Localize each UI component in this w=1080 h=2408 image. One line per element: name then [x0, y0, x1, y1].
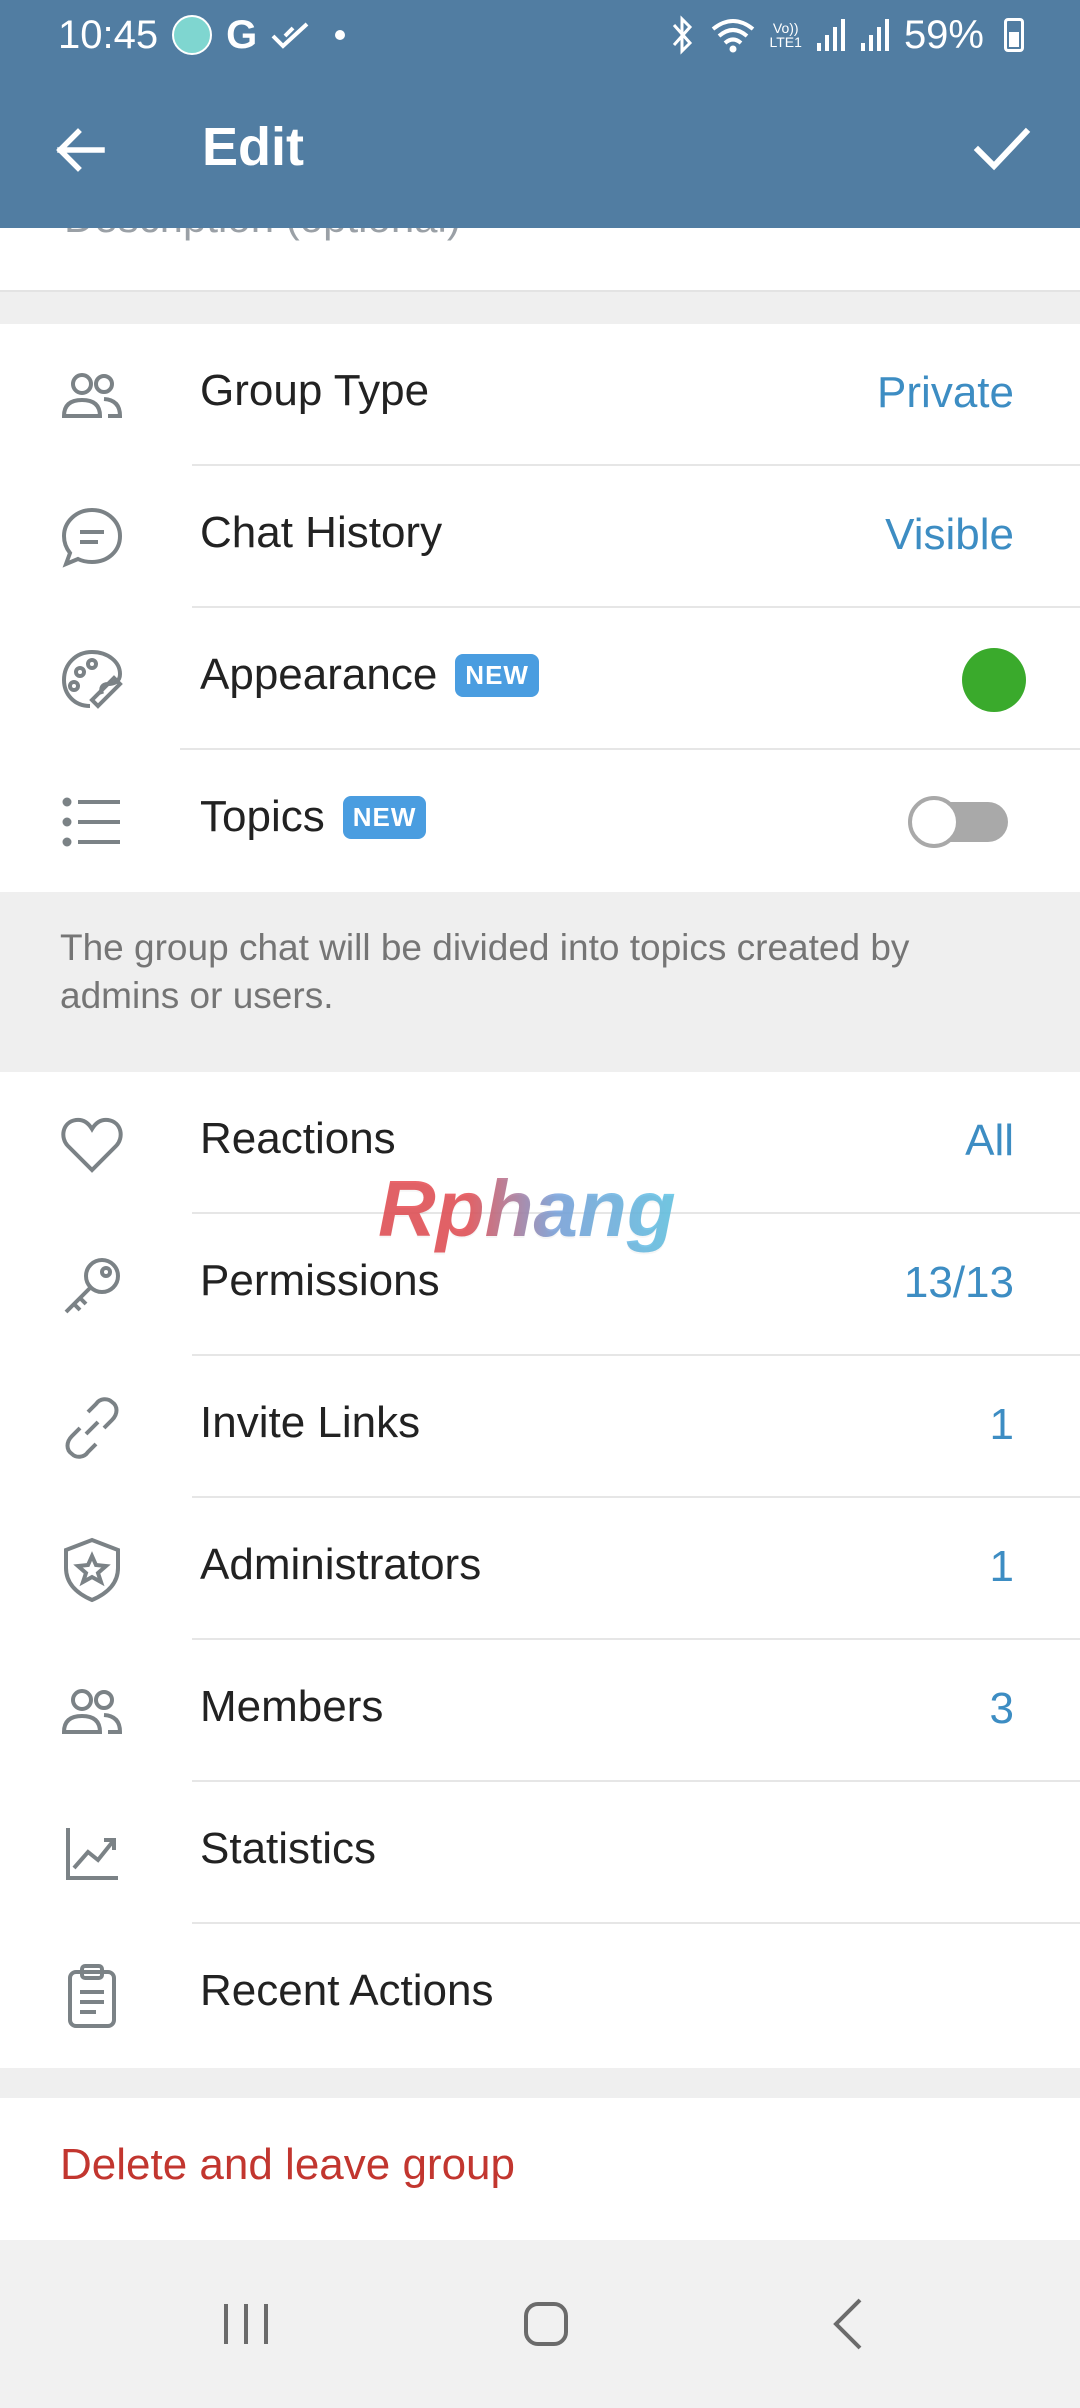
signal-2-icon	[860, 17, 890, 53]
save-button[interactable]	[966, 114, 1036, 184]
shield-star-icon	[58, 1536, 126, 1604]
group-icon	[58, 362, 126, 430]
telegram-check-icon	[271, 20, 311, 50]
row-recent-actions[interactable]: Recent Actions	[0, 1924, 1080, 2066]
row-label: Reactions	[200, 1114, 396, 1164]
administrators-value: 1	[989, 1542, 1014, 1591]
battery-icon	[1004, 18, 1024, 52]
status-left: 10:45 G	[58, 12, 346, 58]
key-icon	[58, 1252, 126, 1320]
row-label: Group Type	[200, 366, 429, 416]
row-label: Permissions	[200, 1256, 440, 1306]
list-icon	[58, 788, 126, 856]
invite-links-label: Invite Links	[200, 1398, 421, 1447]
row-label: Recent Actions	[200, 1966, 494, 2016]
chat-history-label: Chat History	[200, 508, 443, 557]
home-button[interactable]	[506, 2284, 586, 2364]
clipboard-icon	[58, 1962, 126, 2030]
permissions-label: Permissions	[200, 1256, 440, 1305]
arrow-left-icon	[56, 128, 105, 172]
status-right: Vo)) LTE1 59%	[668, 12, 1024, 58]
new-badge: NEW	[342, 795, 427, 839]
row-label: Invite Links	[200, 1398, 420, 1448]
topics-label: Topics	[200, 792, 325, 841]
battery-percent: 59%	[903, 12, 984, 57]
back-nav-button[interactable]	[808, 2284, 888, 2364]
bluetooth-icon	[668, 15, 696, 55]
appearance-label: Appearance	[200, 650, 438, 699]
back-button[interactable]	[50, 120, 110, 180]
row-label: Members	[200, 1682, 383, 1732]
row-administrators[interactable]: Administrators 1	[0, 1498, 1080, 1640]
stats-icon	[58, 1820, 126, 1888]
row-label: Topics NEW	[200, 792, 427, 842]
new-badge: NEW	[455, 653, 539, 697]
check-icon	[973, 127, 1031, 171]
heart-icon	[58, 1110, 126, 1178]
members-label: Members	[200, 1682, 384, 1731]
delete-card: Delete and leave group	[0, 2098, 1080, 2240]
members-icon	[58, 1678, 126, 1746]
signal-1-icon	[816, 17, 846, 53]
chat-history-value: Visible	[885, 510, 1014, 559]
statistics-label: Statistics	[200, 1824, 377, 1873]
topics-info-text: The group chat will be divided into topi…	[60, 927, 910, 1016]
link-icon	[58, 1394, 126, 1462]
row-label: Statistics	[200, 1824, 376, 1874]
more-notifications-dot-icon	[335, 30, 346, 40]
group-type-value: Private	[877, 368, 1014, 417]
volte-top-label: Vo))	[772, 20, 799, 36]
reactions-value: All	[965, 1116, 1014, 1165]
invite-links-value: 1	[989, 1400, 1014, 1449]
reactions-label: Reactions	[200, 1114, 396, 1163]
row-invite-links[interactable]: Invite Links 1	[0, 1356, 1080, 1498]
palette-icon	[58, 646, 126, 714]
row-topics[interactable]: Topics NEW	[0, 750, 1080, 892]
members-value: 3	[989, 1684, 1014, 1733]
description-input[interactable]: Description (optional)	[64, 228, 461, 242]
administrators-label: Administrators	[200, 1540, 482, 1589]
notification-avatar-icon	[172, 15, 213, 55]
permissions-value: 13/13	[903, 1258, 1014, 1307]
row-chat-history[interactable]: Chat History Visible	[0, 466, 1080, 608]
app-bar: Edit	[0, 70, 1080, 228]
status-bar: 10:45 G Vo)) LTE1 59%	[0, 0, 1080, 70]
row-group-type[interactable]: Group Type Private	[0, 324, 1080, 466]
description-card: Description (optional)	[0, 228, 1080, 292]
home-icon	[524, 2302, 568, 2346]
volte-bottom-label: LTE1	[769, 34, 802, 50]
row-members[interactable]: Members 3	[0, 1640, 1080, 1782]
recents-icon	[224, 2304, 268, 2344]
wifi-icon	[710, 15, 756, 55]
page-title: Edit	[202, 117, 304, 177]
watermark-logo: Rphang	[378, 1164, 676, 1253]
row-label: Appearance NEW	[200, 650, 539, 700]
appearance-color-dot	[962, 648, 1026, 712]
volte-icon: Vo)) LTE1	[770, 21, 802, 49]
row-label: Administrators	[200, 1540, 481, 1590]
google-icon: G	[226, 12, 258, 57]
toggle-knob	[908, 796, 960, 848]
chat-bubble-icon	[58, 504, 126, 572]
chevron-left-icon	[833, 2298, 862, 2350]
recents-button[interactable]	[206, 2284, 286, 2364]
topics-toggle[interactable]	[908, 796, 1008, 848]
recent-actions-label: Recent Actions	[200, 1966, 494, 2015]
row-label: Chat History	[200, 508, 442, 558]
row-appearance[interactable]: Appearance NEW	[0, 608, 1080, 750]
system-nav-bar	[0, 2240, 1080, 2408]
row-statistics[interactable]: Statistics	[0, 1782, 1080, 1924]
group-type-label: Group Type	[200, 366, 430, 415]
group-settings-card: Group Type Private Chat History Visible	[0, 324, 1080, 892]
delete-and-leave-group-button[interactable]: Delete and leave group	[60, 2140, 515, 2190]
status-time: 10:45	[58, 12, 159, 57]
settings-content: Description (optional) Group Type Privat…	[0, 228, 1080, 2240]
